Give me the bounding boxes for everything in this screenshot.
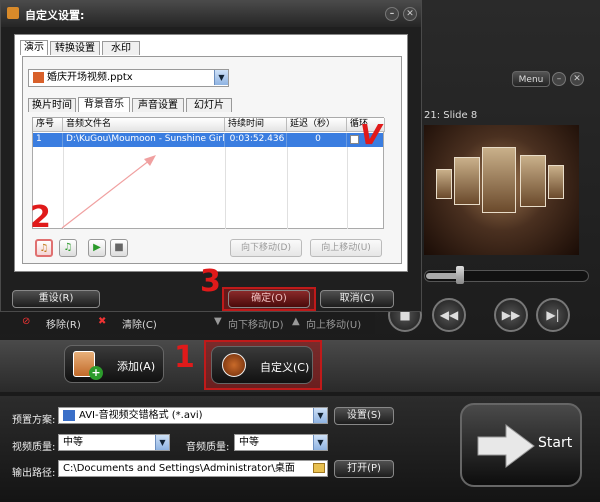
step-2-marker: 2 [30,200,51,235]
add-music-icon[interactable]: ♫ [35,239,53,257]
ok-button[interactable]: 确定(O) [228,290,310,308]
play-icon[interactable]: ▶ [88,239,106,257]
reset-button[interactable]: 重设(R) [12,290,100,308]
stop-icon[interactable]: ■ [110,239,128,257]
music-move-down-button[interactable]: 向下移动(D) [230,239,302,257]
step-3-marker: 3 [200,264,221,299]
music-move-up-button[interactable]: 向上移动(U) [310,239,382,257]
app-root: Menu – ✕ 21: Slide 8 ■ ◀◀ ▶▶ ▶| ⊘ 移除(R) … [0,0,600,502]
cancel-button[interactable]: 取消(C) [320,290,394,308]
check-marker: V [360,118,382,151]
remove-music-icon[interactable]: ♫ [59,239,77,257]
step-1-marker: 1 [174,340,195,375]
